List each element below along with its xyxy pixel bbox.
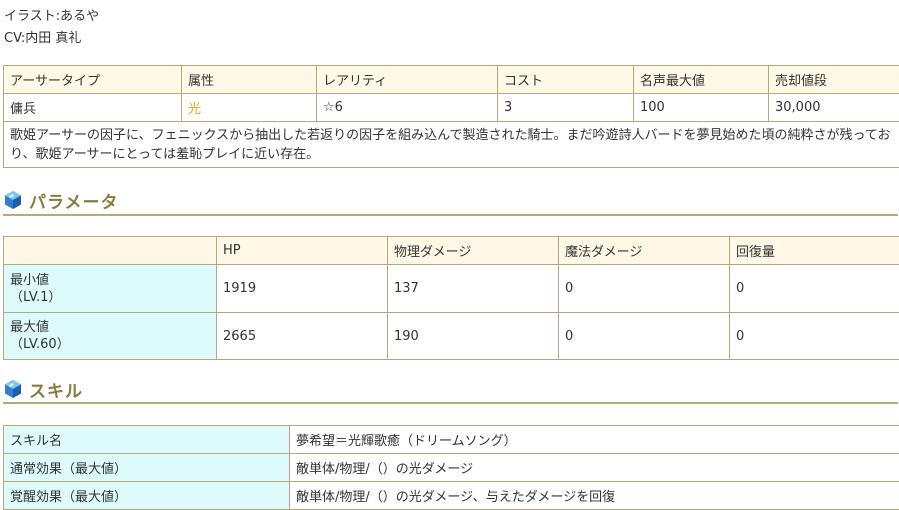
skill-section-divider [3, 402, 898, 404]
value-cost: 3 [498, 94, 634, 122]
params-row-max: 最大値 （LV.60） 2665 190 0 0 [4, 313, 899, 360]
param-magic: 0 [559, 313, 730, 360]
params-row-label-level: （LV.1） [10, 289, 210, 306]
description-row: 歌姫アーサーの因子に、フェニックスから抽出した若返りの因子を組み込んで製造された… [4, 122, 899, 168]
skill-label: 覚醒効果（最大値） [4, 482, 290, 510]
header-arthur-type: アーサータイプ [4, 66, 182, 94]
params-header-empty [4, 237, 217, 265]
skill-value: 敵単体/物理/（）の光ダメージ、与えたダメージを回復 [290, 482, 899, 510]
skill-section-title: スキル [29, 377, 83, 402]
skill-value: 敵単体/物理/（）の光ダメージ [290, 454, 899, 482]
skill-value: 夢希望＝光輝歌癒（ドリームソング） [290, 426, 899, 454]
param-hp: 2665 [217, 313, 388, 360]
illustrator-credit: イラスト:あるや [4, 5, 99, 24]
params-section-title: パラメータ [29, 188, 119, 213]
skill-section-header: スキル [3, 377, 898, 407]
value-rarity: ☆6 [317, 94, 498, 122]
value-sell-price: 30,000 [769, 94, 899, 122]
param-heal: 0 [730, 313, 899, 360]
skill-table: スキル名 夢希望＝光輝歌癒（ドリームソング） 通常効果（最大値） 敵単体/物理/… [3, 425, 899, 510]
header-max-fame: 名声最大値 [634, 66, 769, 94]
params-header-physical: 物理ダメージ [388, 237, 559, 265]
param-hp: 1919 [217, 265, 388, 313]
params-row-label-name: 最小値 [10, 272, 210, 289]
blue-gem-icon [3, 379, 23, 399]
skill-row-normal: 通常効果（最大値） 敵単体/物理/（）の光ダメージ [4, 454, 899, 482]
params-row-label: 最大値 （LV.60） [4, 313, 217, 360]
header-cost: コスト [498, 66, 634, 94]
header-attribute: 属性 [182, 66, 317, 94]
params-row-label-level: （LV.60） [10, 336, 210, 353]
voice-credit: CV:内田 真礼 [4, 27, 81, 46]
skill-row-awaken: 覚醒効果（最大値） 敵単体/物理/（）の光ダメージ、与えたダメージを回復 [4, 482, 899, 510]
params-row-label: 最小値 （LV.1） [4, 265, 217, 313]
params-row-min: 最小値 （LV.1） 1919 137 0 0 [4, 265, 899, 313]
params-header-magic: 魔法ダメージ [559, 237, 730, 265]
header-rarity: レアリティ [317, 66, 498, 94]
param-magic: 0 [559, 265, 730, 313]
params-header-hp: HP [217, 237, 388, 265]
param-physical: 137 [388, 265, 559, 313]
blue-gem-icon [3, 190, 23, 210]
params-header-row: HP 物理ダメージ 魔法ダメージ 回復量 [4, 237, 899, 265]
params-section-header: パラメータ [3, 188, 898, 218]
skill-label: 通常効果（最大値） [4, 454, 290, 482]
info-value-row: 傭兵 光 ☆6 3 100 30,000 [4, 94, 899, 122]
value-attribute: 光 [182, 94, 317, 122]
params-table: HP 物理ダメージ 魔法ダメージ 回復量 最小値 （LV.1） 1919 137… [3, 236, 899, 360]
params-row-label-name: 最大値 [10, 319, 210, 336]
info-header-row: アーサータイプ 属性 レアリティ コスト 名声最大値 売却値段 [4, 66, 899, 94]
skill-row-name: スキル名 夢希望＝光輝歌癒（ドリームソング） [4, 426, 899, 454]
param-heal: 0 [730, 265, 899, 313]
header-sell-price: 売却値段 [769, 66, 899, 94]
params-section-divider [3, 214, 898, 216]
value-max-fame: 100 [634, 94, 769, 122]
params-header-heal: 回復量 [730, 237, 899, 265]
skill-label: スキル名 [4, 426, 290, 454]
value-arthur-type: 傭兵 [4, 94, 182, 122]
character-description: 歌姫アーサーの因子に、フェニックスから抽出した若返りの因子を組み込んで製造された… [4, 122, 899, 168]
info-table: アーサータイプ 属性 レアリティ コスト 名声最大値 売却値段 傭兵 光 ☆6 … [3, 65, 899, 168]
param-physical: 190 [388, 313, 559, 360]
